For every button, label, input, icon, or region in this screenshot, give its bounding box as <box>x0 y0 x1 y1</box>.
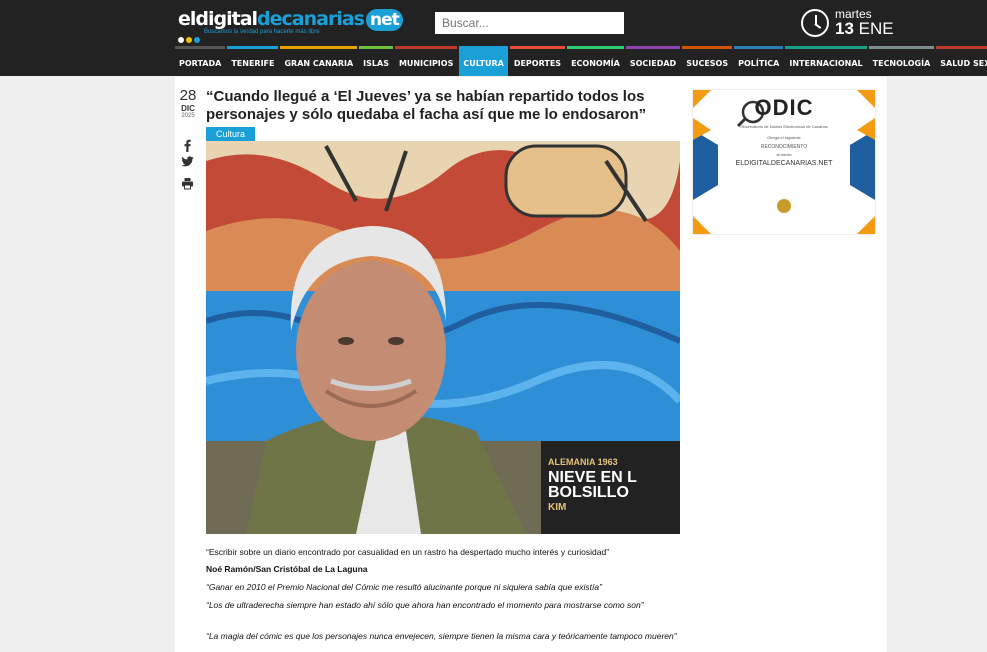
highlight-quote: “La magia del cómic es que los personaje… <box>206 631 677 641</box>
article-date-year: 2025 <box>181 113 195 119</box>
image-caption: “Escribir sobre un diario encontrado por… <box>206 547 610 557</box>
nav-item-tenerife[interactable]: TENERIFE <box>227 46 279 76</box>
date-day: 13 <box>835 19 854 38</box>
search-input[interactable] <box>435 12 624 34</box>
odic-award-banner[interactable]: ODIC Observatorio de Diarios Electrónico… <box>693 90 875 234</box>
facebook-icon[interactable] <box>181 139 194 152</box>
book-line3: BOLSILLO <box>548 484 629 501</box>
article-date-day: 28 <box>179 87 197 104</box>
nav-item-deportes[interactable]: DEPORTES <box>509 46 566 76</box>
ad-subtitle: Observatorio de Diarios Electrónicos de … <box>740 124 828 129</box>
logo-part3: net <box>365 9 403 31</box>
highlight-quote: “Los de ultraderecha siempre han estado … <box>206 600 644 610</box>
current-date: 13 ENE <box>835 19 894 39</box>
book-author: KIM <box>548 502 567 513</box>
odic-logo: ODIC <box>754 95 814 120</box>
nav-item-tecnología[interactable]: TECNOLOGÍA <box>868 46 935 76</box>
book-line1: ALEMANIA 1963 <box>548 457 618 467</box>
article-date: 28 DIC 2025 <box>178 87 198 120</box>
nav-item-sucesos[interactable]: SUCESOS <box>682 46 733 76</box>
article-date-month: DIC <box>181 104 195 113</box>
article-title[interactable]: “Cuando llegué a ‘El Jueves’ ya se había… <box>206 88 684 124</box>
site-logo[interactable]: eldigitaldecanarias net Buscamos la verda… <box>178 8 403 43</box>
main-nav: PORTADA TENERIFE GRAN CANARIA ISLAS MUNICIPI… <box>175 46 987 76</box>
logo-part2: decanarias <box>257 8 365 30</box>
twitter-icon[interactable] <box>181 155 194 168</box>
nav-item-internacional[interactable]: INTERNACIONAL <box>785 46 867 76</box>
ad-award: RECONOCIMIENTO <box>760 144 808 150</box>
nav-item-política[interactable]: POLÍTICA <box>734 46 784 76</box>
nav-item-economía[interactable]: ECONOMÍA <box>567 46 624 76</box>
highlight-quote: “Ganar en 2010 el Premio Nacional del Có… <box>206 582 602 592</box>
nav-item-portada[interactable]: PORTADA <box>175 46 226 76</box>
nav-item-salud-sexual[interactable]: SALUD SEXUAL <box>936 46 987 76</box>
nav-item-sociedad[interactable]: SOCIEDAD <box>625 46 681 76</box>
book-line2: NIEVE EN L <box>548 469 637 486</box>
logo-tagline: Buscamos la verdad para hacerte más libr… <box>204 29 320 35</box>
logo-part1: eldigital <box>178 8 258 30</box>
nav-item-cultura[interactable]: CULTURA <box>459 46 508 76</box>
book-cover-text: ALEMANIA 1963 NIEVE EN L BOLSILLO KIM <box>548 455 680 515</box>
nav-item-islas[interactable]: ISLAS <box>359 46 393 76</box>
ad-award-to: Otorga el siguiente <box>767 135 801 140</box>
clock-icon <box>801 9 829 37</box>
category-badge[interactable]: Cultura <box>206 127 256 141</box>
print-icon[interactable] <box>181 177 194 190</box>
article-author: Noé Ramón/San Cristóbal de La Laguna <box>206 564 368 574</box>
nav-item-gran-canaria[interactable]: GRAN CANARIA <box>280 46 358 76</box>
ad-to: al medio <box>776 152 792 157</box>
date-month: ENE <box>858 19 894 38</box>
nav-item-municipios[interactable]: MUNICIPIOS <box>394 46 458 76</box>
ad-site: ELDIGITALDECANARIAS.NET <box>735 160 833 167</box>
